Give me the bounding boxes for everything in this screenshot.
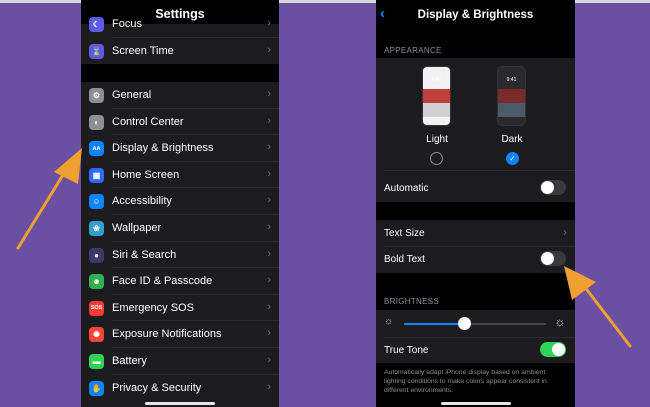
automatic-label: Automatic	[384, 183, 429, 194]
settings-row-label: Control Center	[112, 115, 184, 128]
sun-small-icon: ☼	[384, 316, 394, 327]
settings-row-label: Privacy & Security	[112, 381, 202, 394]
accessibility-icon: ☺	[89, 194, 104, 210]
settings-row-label: Emergency SOS	[112, 301, 194, 314]
chevron-right-icon: ›	[563, 225, 567, 239]
chevron-right-icon: ›	[267, 354, 271, 366]
settings-row[interactable]: SOS Emergency SOS ›	[81, 295, 279, 322]
settings-row[interactable]: ⚙ General ›	[81, 82, 279, 109]
toggle-knob	[541, 252, 554, 265]
focus-group: ☾ Focus › ⌛ Screen Time ›	[81, 17, 279, 65]
moon-icon: ☾	[89, 17, 104, 32]
hourglass-icon: ⌛	[89, 43, 104, 59]
true-tone-footer: Automatically adapt iPhone display based…	[384, 369, 547, 394]
true-tone-label: True Tone	[384, 345, 429, 356]
chevron-right-icon: ›	[267, 380, 271, 393]
settings-row-label: Siri & Search	[112, 248, 177, 261]
exposure-icon: ✺	[89, 327, 104, 343]
brightness-slider-fill	[404, 323, 464, 325]
display-brightness-screen: ‹ Display & Brightness APPEARANCE 9:41 9…	[376, 0, 575, 407]
display-brightness-title: Display & Brightness	[417, 9, 534, 21]
light-thumbnail-time: 9:41	[431, 77, 442, 83]
settings-row-focus[interactable]: ☾ Focus ›	[81, 11, 279, 38]
settings-row-screen-time[interactable]: ⌛ Screen Time ›	[81, 38, 279, 65]
chevron-right-icon: ›	[267, 43, 271, 56]
home-indicator	[440, 402, 511, 405]
settings-row[interactable]: ☺ Accessibility ›	[81, 188, 279, 215]
hand-icon: ✋	[89, 380, 104, 396]
settings-row-label: Home Screen	[112, 168, 180, 181]
dark-label: Dark	[501, 134, 523, 145]
dark-mode-thumbnail[interactable]: 9:41	[497, 66, 526, 126]
settings-row-label: Exposure Notifications	[112, 328, 222, 341]
brightness-slider-thumb[interactable]	[457, 317, 471, 330]
settings-row[interactable]: ● Siri & Search ›	[81, 242, 279, 269]
dark-thumbnail-time: 9:41	[506, 77, 517, 83]
settings-row-label: Display & Brightness	[112, 142, 214, 155]
chevron-right-icon: ›	[267, 274, 271, 287]
settings-row[interactable]: AA Display & Brightness ›	[81, 135, 279, 162]
arrow-pointer-left	[16, 148, 82, 250]
appearance-header: APPEARANCE	[384, 46, 442, 55]
control-center-icon: ◐	[89, 114, 104, 130]
settings-row-label: General	[112, 89, 152, 101]
light-mode-thumbnail[interactable]: 9:41	[422, 66, 451, 126]
light-radio[interactable]	[430, 152, 443, 165]
dark-radio-checkmark-icon[interactable]: ✓	[506, 152, 519, 165]
chevron-right-icon: ›	[267, 194, 271, 207]
automatic-toggle[interactable]	[540, 180, 566, 195]
settings-row-label: Face ID & Passcode	[112, 275, 213, 288]
brightness-header: BRIGHTNESS	[384, 297, 440, 306]
chevron-right-icon: ›	[267, 221, 271, 233]
chevron-right-icon: ›	[267, 300, 271, 313]
brightness-slider[interactable]	[404, 317, 546, 330]
settings-row[interactable]: ▬ Battery ›	[81, 348, 279, 375]
settings-row[interactable]: ▦ Home Screen ›	[81, 162, 279, 189]
brightness-card: ☼ ☼ True Tone	[376, 310, 575, 363]
light-label: Light	[426, 134, 448, 145]
settings-row-label: Wallpaper	[112, 222, 162, 234]
settings-row[interactable]: ✋ Privacy & Security ›	[81, 375, 279, 402]
settings-row-label: Focus	[112, 18, 142, 30]
display-brightness-icon: AA	[89, 141, 104, 157]
settings-row-label: Screen Time	[112, 44, 174, 57]
face-id-icon: ☻	[89, 274, 104, 290]
settings-row[interactable]: ✺ Exposure Notifications ›	[81, 321, 279, 348]
wallpaper-band	[498, 103, 525, 117]
settings-row-label: Accessibility	[112, 195, 172, 208]
appearance-card: 9:41 9:41 Light Dark ✓ Automatic	[376, 58, 575, 202]
chevron-right-icon: ›	[267, 141, 271, 154]
row-separator	[384, 170, 575, 171]
toggle-knob	[541, 181, 554, 194]
chevron-right-icon: ›	[267, 17, 271, 29]
text-settings-card: Text Size › Bold Text	[376, 220, 575, 273]
settings-main-group: ⚙ General › ◐ Control Center › AA Display & Bri…	[81, 82, 279, 407]
settings-row[interactable]: ◐ Control Center ›	[81, 109, 279, 136]
bold-text-label: Bold Text	[384, 254, 425, 265]
settings-row[interactable]: ❀ Wallpaper ›	[81, 215, 279, 242]
chevron-right-icon: ›	[267, 247, 271, 260]
arrow-pointer-right	[564, 266, 632, 348]
wallpaper-band	[498, 89, 525, 103]
text-size-label[interactable]: Text Size	[384, 228, 425, 239]
row-separator	[384, 337, 575, 338]
home-indicator	[145, 402, 215, 405]
gear-icon: ⚙	[89, 88, 104, 103]
sos-icon: SOS	[89, 300, 104, 316]
chevron-right-icon: ›	[267, 327, 271, 340]
wallpaper-icon: ❀	[89, 221, 104, 236]
wallpaper-band	[423, 89, 450, 103]
chevron-right-icon: ›	[267, 114, 271, 127]
settings-row[interactable]: ☻ Face ID & Passcode ›	[81, 268, 279, 295]
home-screen-icon: ▦	[89, 167, 104, 183]
chevron-right-icon: ›	[267, 88, 271, 100]
battery-icon: ▬	[89, 354, 104, 369]
wallpaper-band	[423, 103, 450, 117]
row-separator	[384, 246, 575, 247]
settings-row-label: Battery	[112, 355, 147, 367]
chevron-right-icon: ›	[267, 167, 271, 180]
siri-icon: ●	[89, 247, 104, 263]
settings-screen: Settings ☾ Focus › ⌛ Screen Time › ⚙ Gene…	[81, 0, 279, 407]
